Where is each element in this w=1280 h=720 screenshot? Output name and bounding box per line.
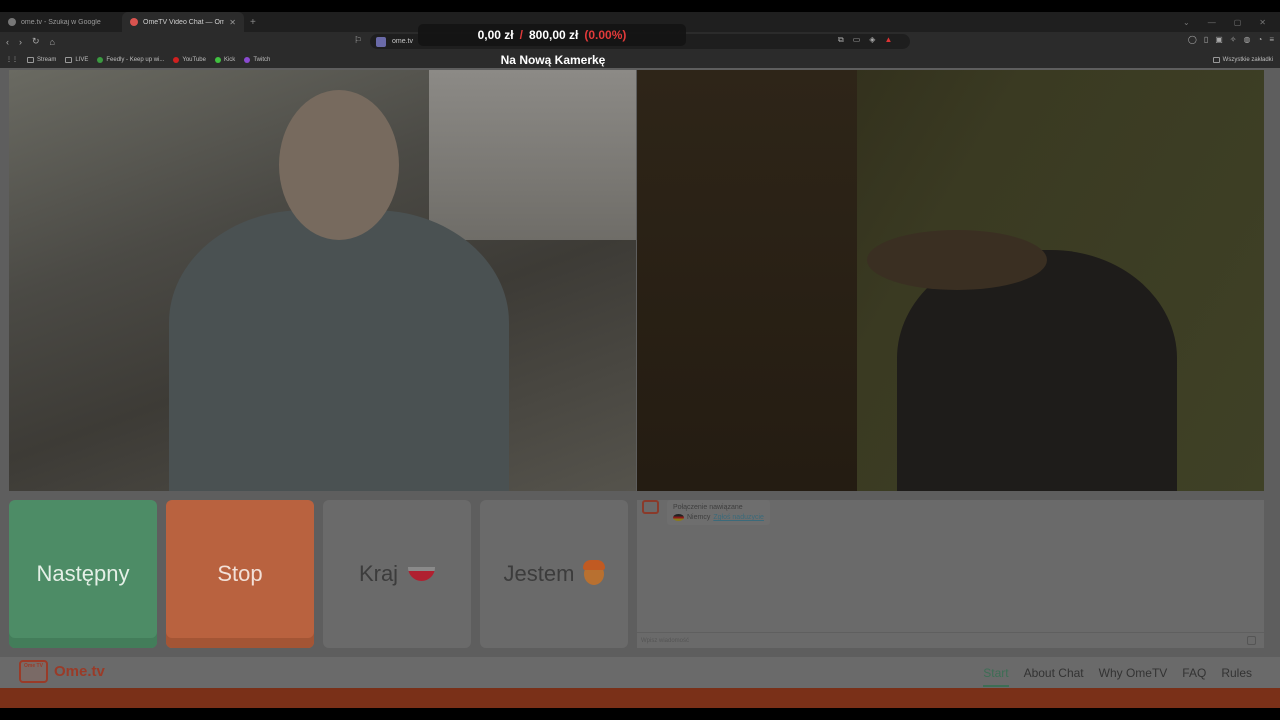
shield-icon[interactable]: ◈ — [869, 35, 875, 45]
germany-flag-icon — [673, 514, 684, 521]
report-abuse-link[interactable]: Zgłoś naduzycie — [713, 514, 764, 521]
remote-video — [637, 70, 1264, 491]
gender-button[interactable]: Jestem — [480, 500, 628, 648]
dropdown-icon[interactable]: ⌄ — [1183, 18, 1190, 27]
video-background — [429, 70, 636, 240]
nav-about-chat[interactable]: About Chat — [1024, 666, 1084, 687]
apps-icon[interactable]: ⋮⋮ — [6, 56, 18, 63]
close-window-icon[interactable]: ✕ — [1259, 18, 1266, 27]
logo-tv-icon: Ome TV — [19, 660, 48, 683]
kick-icon — [214, 56, 221, 63]
video-person-hat — [867, 230, 1047, 290]
maximize-icon[interactable]: ▢ — [1234, 18, 1242, 27]
home-icon[interactable]: ⌂ — [50, 37, 55, 47]
bookmark-label: Kick — [223, 56, 236, 63]
send-icon[interactable] — [1247, 636, 1256, 645]
translate-icon[interactable]: ⧉ — [838, 35, 844, 45]
bookmark-label: Stream — [37, 56, 57, 63]
chat-icon[interactable]: ◯ — [1188, 35, 1197, 44]
rewards-icon[interactable]: ▲ — [884, 35, 892, 45]
forward-icon[interactable]: › — [19, 37, 22, 47]
ometv-page: Następny Stop Kraj Jestem Połączenie naw… — [0, 68, 1280, 708]
google-icon — [8, 18, 16, 26]
bookmark-feedly[interactable]: Feedly - Keep up wi... — [97, 56, 165, 63]
video-person — [169, 210, 509, 491]
wallet-icon[interactable]: ◔ — [1257, 35, 1262, 44]
back-icon[interactable]: ‹ — [6, 37, 9, 47]
connection-message: Połączenie nawiązane Niemcy Zgłoś naduzy… — [667, 500, 770, 525]
reload-icon[interactable]: ↻ — [32, 36, 40, 47]
stop-button[interactable]: Stop — [166, 500, 314, 648]
close-tab-icon[interactable]: ✕ — [229, 18, 236, 27]
folder-icon — [65, 56, 73, 63]
folder-icon — [27, 56, 34, 63]
next-label: Następny — [36, 561, 130, 586]
tab-ometv[interactable]: OmeTV Video Chat — Omeg... ✕ — [122, 12, 244, 32]
tab-google-search[interactable]: ome.tv - Szukaj w Google — [0, 12, 122, 32]
feedly-icon — [97, 56, 104, 63]
site-footer-nav: Ome TV Ome.tv Start About Chat Why OmeTV… — [0, 657, 1280, 688]
window-controls: ⌄ — ▢ ✕ — [1183, 18, 1280, 27]
all-bookmarks[interactable]: Wszystkie zakładki — [1212, 56, 1280, 63]
ometv-favicon-icon — [130, 18, 138, 26]
tab-title: ome.tv - Szukaj w Google — [21, 18, 101, 26]
toolbar-extensions: ◯ ▯ ▣ ✧ ◍ ◔ ≡ — [1188, 35, 1274, 44]
folder-icon — [1212, 56, 1220, 63]
bookmark-label: LIVE — [75, 56, 89, 63]
main-nav: Start About Chat Why OmeTV FAQ Rules — [983, 666, 1252, 687]
url-text: ome.tv — [392, 38, 414, 45]
ometv-tv-icon — [642, 500, 659, 514]
nav-faq[interactable]: FAQ — [1182, 666, 1206, 687]
donation-goal-overlay: 0,00 zł / 800,00 zł (0.00%) — [418, 24, 686, 46]
chat-panel: Połączenie nawiązane Niemcy Zgłoś naduzy… — [637, 500, 1264, 648]
address-bar-actions: ⧉ ▭ ◈ ▲ — [838, 35, 892, 45]
amount-current: 0,00 zł — [477, 28, 514, 42]
video-background — [637, 70, 857, 491]
bookmark-kick[interactable]: Kick — [214, 56, 236, 63]
bookmark-live[interactable]: LIVE — [65, 56, 89, 63]
footer-banner — [0, 688, 1280, 708]
site-info-icon[interactable] — [376, 36, 386, 47]
bookmark-label: Feedly - Keep up wi... — [106, 56, 165, 63]
twitch-icon — [244, 56, 251, 63]
country-label: Kraj — [358, 561, 399, 586]
bookmark-icon[interactable]: ⚐ — [354, 35, 362, 46]
new-tab-button[interactable]: + — [244, 17, 262, 28]
sidebar-icon[interactable]: ▯ — [1204, 35, 1208, 44]
extensions-icon[interactable]: ✧ — [1230, 35, 1237, 44]
nav-start[interactable]: Start — [983, 666, 1009, 687]
cast-icon[interactable]: ▭ — [853, 35, 861, 45]
local-video — [9, 70, 636, 491]
bookmark-label: Twitch — [253, 56, 271, 63]
bookmark-stream[interactable]: Stream — [27, 56, 57, 63]
bookmark-label: YouTube — [182, 56, 206, 63]
nav-why-ometv[interactable]: Why OmeTV — [1099, 666, 1168, 687]
nav-rules[interactable]: Rules — [1221, 666, 1252, 687]
brand-name: Ome.tv — [54, 663, 105, 680]
bookmark-twitch[interactable]: Twitch — [244, 56, 271, 63]
next-button[interactable]: Następny — [9, 500, 157, 648]
menu-icon[interactable]: ≡ — [1269, 35, 1274, 44]
video-person-head — [279, 90, 399, 240]
amount-percent: (0.00%) — [584, 28, 627, 42]
amount-separator: / — [519, 28, 523, 42]
bookmark-label: Wszystkie zakładki — [1222, 56, 1273, 63]
ometv-logo[interactable]: Ome TV Ome.tv — [19, 660, 105, 683]
youtube-icon — [173, 56, 180, 63]
country-button[interactable]: Kraj — [323, 500, 471, 648]
vpn-icon[interactable]: ◍ — [1244, 35, 1251, 44]
partner-country: Niemcy — [687, 514, 711, 521]
bookmark-youtube[interactable]: YouTube — [173, 56, 206, 63]
amount-goal: 800,00 zł — [528, 28, 579, 42]
connection-status: Połączenie nawiązane — [673, 504, 743, 511]
gender-label: Jestem — [503, 561, 575, 586]
tabs-icon[interactable]: ▣ — [1215, 35, 1223, 44]
minimize-icon[interactable]: — — [1208, 18, 1216, 27]
chat-input[interactable]: Wpisz wiadomość — [637, 632, 1264, 648]
stream-title-overlay: Na Nową Kamerkę — [500, 53, 606, 67]
boy-face-icon — [583, 560, 606, 585]
stop-label: Stop — [217, 561, 263, 586]
poland-flag-icon — [408, 567, 436, 581]
tab-title: OmeTV Video Chat — Omeg... — [143, 18, 225, 26]
